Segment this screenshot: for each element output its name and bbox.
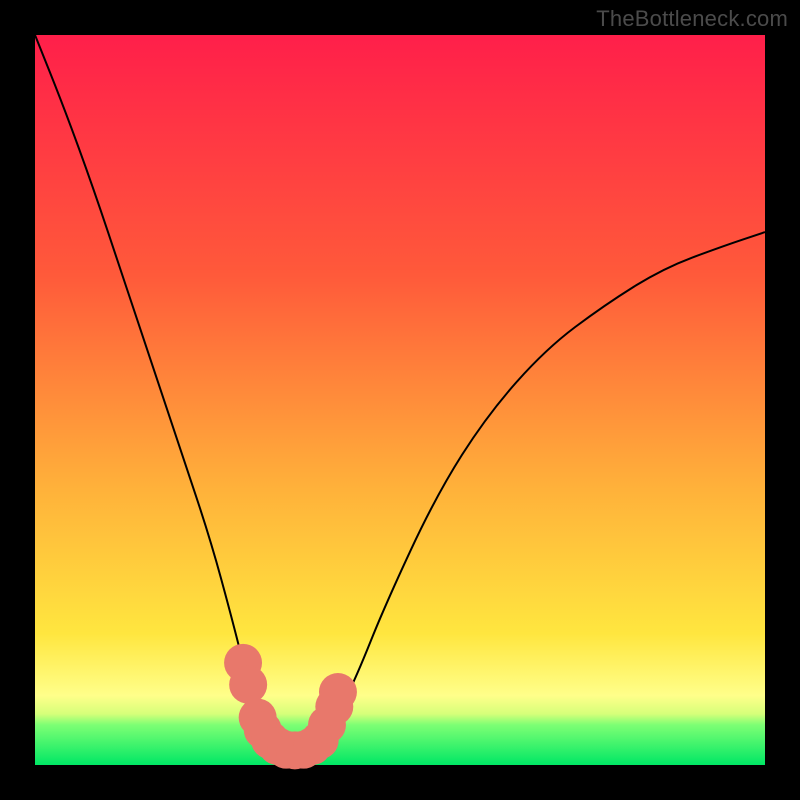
chart-frame: TheBottleneck.com — [0, 0, 800, 800]
bottleneck-curve — [35, 35, 765, 750]
curve-marker — [229, 666, 267, 704]
plot-area — [35, 35, 765, 765]
curve-marker — [319, 673, 357, 711]
curve-markers — [224, 644, 357, 770]
curve-layer — [35, 35, 765, 765]
watermark-text: TheBottleneck.com — [596, 6, 788, 32]
